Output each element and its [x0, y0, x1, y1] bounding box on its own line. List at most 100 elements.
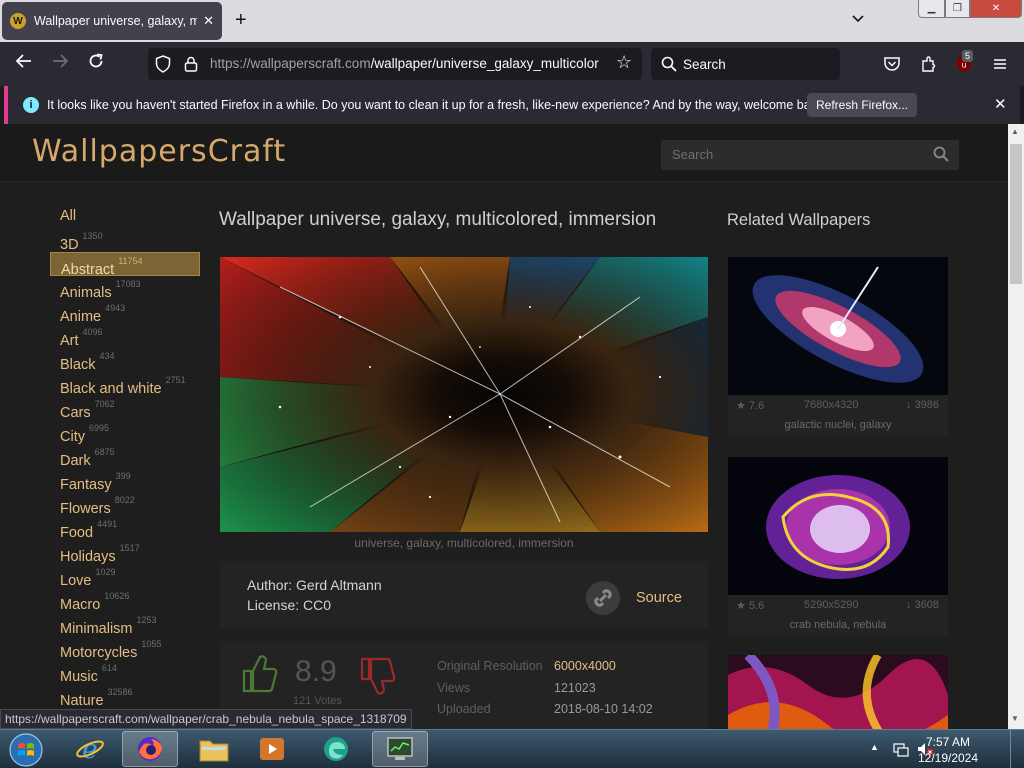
taskbar-task-manager[interactable] — [372, 731, 428, 767]
maximize-button[interactable]: ❐ — [945, 0, 970, 18]
category-count: 1055 — [141, 639, 162, 649]
related-card[interactable] — [728, 655, 948, 729]
related-thumbnail[interactable] — [728, 457, 948, 595]
refresh-firefox-button[interactable]: Refresh Firefox... — [807, 93, 917, 117]
taskbar-edge[interactable] — [308, 731, 364, 767]
minimize-button[interactable]: ▁ — [918, 0, 945, 18]
wallpaper-image[interactable] — [220, 257, 708, 532]
media-player-icon — [260, 738, 284, 760]
page-scrollbar[interactable]: ▲ ▼ — [1008, 124, 1024, 729]
url-path: /wallpaper/universe_galaxy_multicolor — [370, 56, 599, 71]
category-art[interactable]: Art4096 — [50, 324, 200, 349]
show-hidden-icons[interactable]: ▲ — [870, 742, 879, 752]
bookmark-star-icon[interactable]: ☆ — [616, 52, 632, 73]
category-abstract[interactable]: Abstract11754 — [50, 252, 200, 278]
category-3d[interactable]: 3D1350 — [50, 228, 200, 253]
taskbar-media-player[interactable] — [244, 731, 300, 767]
tracking-protection-shield-icon[interactable] — [155, 55, 171, 73]
tab-title: Wallpaper universe, galaxy, mul — [34, 14, 198, 28]
svg-text:e: e — [82, 735, 97, 764]
site-search-placeholder: Search — [672, 147, 714, 162]
url-bar[interactable]: https://wallpaperscraft.com/wallpaper/un… — [148, 48, 642, 80]
category-city[interactable]: City6995 — [50, 420, 200, 445]
scroll-up-arrow-icon[interactable]: ▲ — [1011, 127, 1019, 136]
search-icon[interactable] — [933, 146, 949, 162]
meta-key-uploaded: Uploaded — [437, 702, 491, 716]
category-black[interactable]: Black434 — [50, 348, 200, 373]
related-stats: ★ 5.6 5290x5290 ↓ 3608 — [728, 595, 948, 615]
site-favicon-icon: W — [10, 13, 26, 29]
network-icon[interactable] — [892, 740, 910, 758]
related-thumbnail[interactable] — [728, 257, 948, 395]
category-count: 2751 — [165, 375, 186, 385]
related-resolution[interactable]: 5290x5290 — [804, 599, 858, 611]
scroll-down-arrow-icon[interactable]: ▼ — [1011, 714, 1019, 723]
url-scheme-domain: https://wallpaperscraft.com — [210, 56, 371, 71]
forward-button[interactable] — [48, 52, 72, 77]
category-cars[interactable]: Cars7062 — [50, 396, 200, 421]
category-label: All — [60, 208, 77, 224]
category-dark[interactable]: Dark6875 — [50, 444, 200, 469]
new-tab-button[interactable]: + — [235, 10, 247, 30]
taskbar-file-explorer[interactable] — [186, 731, 242, 767]
category-animals[interactable]: Animals17083 — [50, 276, 200, 301]
lock-icon[interactable] — [184, 56, 198, 72]
thumbs-down-icon[interactable] — [358, 655, 398, 699]
category-love[interactable]: Love1029 — [50, 564, 200, 589]
category-all[interactable]: All — [50, 204, 200, 228]
edge-icon — [324, 737, 348, 761]
show-desktop-button[interactable] — [1010, 730, 1024, 768]
close-icon[interactable]: ✕ — [994, 95, 1007, 113]
category-motorcycles[interactable]: Motorcycles1055 — [50, 636, 200, 661]
hamburger-menu-icon[interactable] — [991, 55, 1009, 73]
start-button[interactable] — [6, 732, 46, 768]
search-icon — [661, 56, 677, 72]
back-button[interactable] — [12, 52, 36, 77]
thumbs-up-icon[interactable] — [240, 651, 280, 695]
tab-close-icon[interactable]: ✕ — [203, 13, 214, 29]
related-rating: ★ 5.6 — [736, 600, 765, 612]
category-macro[interactable]: Macro10626 — [50, 588, 200, 613]
forward-arrow-icon — [53, 54, 69, 68]
category-flowers[interactable]: Flowers8022 — [50, 492, 200, 517]
category-minimalism[interactable]: Minimalism1253 — [50, 612, 200, 637]
category-fantasy[interactable]: Fantasy399 — [50, 468, 200, 493]
related-card[interactable]: ★ 5.6 5290x5290 ↓ 3608 crab nebula, nebu… — [728, 457, 948, 637]
site-logo[interactable]: WallpapersCraft — [32, 134, 286, 169]
related-thumbnail[interactable] — [728, 655, 948, 729]
wallpaper-caption: universe, galaxy, multicolored, immersio… — [354, 536, 574, 550]
related-name[interactable]: crab nebula, nebula — [728, 615, 948, 637]
taskbar-firefox[interactable] — [122, 731, 178, 767]
author-line: Author: Gerd Altmann — [247, 577, 382, 593]
taskbar-internet-explorer[interactable]: e — [62, 731, 118, 767]
pocket-icon[interactable] — [883, 55, 901, 73]
scrollbar-thumb[interactable] — [1010, 144, 1022, 284]
category-anime[interactable]: Anime4943 — [50, 300, 200, 325]
category-nature[interactable]: Nature32586 — [50, 684, 200, 709]
browser-search-box[interactable]: Search — [651, 48, 840, 80]
category-count: 1253 — [136, 615, 157, 625]
windows-logo-icon — [9, 733, 43, 767]
related-resolution[interactable]: 7680x4320 — [804, 399, 858, 411]
category-music[interactable]: Music614 — [50, 660, 200, 685]
category-count: 11754 — [118, 256, 143, 266]
monitor-app-icon — [387, 737, 413, 760]
category-count: 6875 — [94, 447, 115, 457]
category-food[interactable]: Food4491 — [50, 516, 200, 541]
related-card[interactable]: ★ 7.6 7680x4320 ↓ 3986 galactic nuclei, … — [728, 257, 948, 437]
meta-value-resolution[interactable]: 6000x4000 — [554, 659, 616, 673]
source-link[interactable]: Source — [636, 590, 682, 606]
category-black-and-white[interactable]: Black and white2751 — [50, 372, 200, 397]
category-holidays[interactable]: Holidays1517 — [50, 540, 200, 565]
taskbar-clock[interactable]: 7:57 AM 12/19/2024 — [912, 734, 984, 766]
site-search-input[interactable]: Search — [661, 140, 959, 170]
list-all-tabs-button[interactable] — [851, 12, 865, 27]
reload-button[interactable] — [84, 52, 108, 77]
tab-active[interactable]: W Wallpaper universe, galaxy, mul ✕ — [2, 2, 222, 40]
related-stats: ★ 7.6 7680x4320 ↓ 3986 — [728, 395, 948, 415]
related-name[interactable]: galactic nuclei, galaxy — [728, 415, 948, 437]
meta-value-views: 121023 — [554, 681, 596, 695]
source-link-button[interactable] — [586, 581, 620, 615]
extensions-icon[interactable] — [920, 55, 938, 73]
close-window-button[interactable]: ✕ — [970, 0, 1022, 18]
